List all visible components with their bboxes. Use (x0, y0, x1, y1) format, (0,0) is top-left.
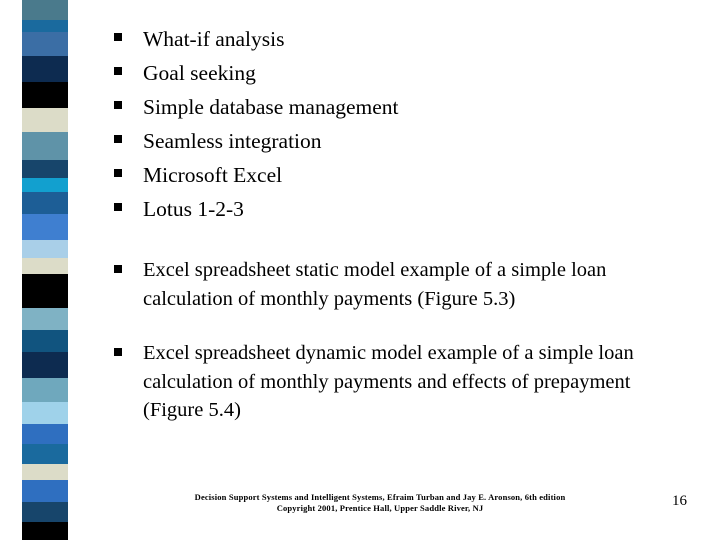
list-item-label: Excel spreadsheet dynamic model example … (143, 342, 634, 421)
stripe-band (22, 464, 68, 480)
bullet-group-primary: What-if analysis Goal seeking Simple dat… (110, 22, 700, 226)
stripe-band (22, 424, 68, 444)
stripe-band (22, 20, 68, 32)
list-item: Simple database management (110, 90, 700, 124)
stripe-band (22, 258, 68, 274)
square-bullet-icon (110, 90, 143, 124)
stripe-band (22, 308, 68, 330)
list-item-label: Excel spreadsheet static model example o… (143, 259, 607, 310)
list-item: Lotus 1-2-3 (110, 192, 700, 226)
list-item: Seamless integration (110, 124, 700, 158)
slide-footer: Decision Support Systems and Intelligent… (120, 492, 640, 514)
decorative-stripe-column (22, 0, 68, 540)
list-item-label: Microsoft Excel (143, 163, 283, 187)
list-item: Goal seeking (110, 56, 700, 90)
square-bullet-icon (110, 339, 143, 369)
stripe-band (22, 0, 68, 20)
page-number: 16 (672, 493, 687, 509)
list-item-label: What-if analysis (143, 27, 285, 51)
square-bullet-icon (110, 22, 143, 56)
stripe-band (22, 330, 68, 352)
stripe-band (22, 352, 68, 378)
bullet-content: What-if analysis Goal seeking Simple dat… (110, 22, 700, 451)
stripe-band (22, 522, 68, 540)
stripe-band (22, 192, 68, 214)
stripe-band (22, 214, 68, 240)
stripe-band (22, 32, 68, 56)
stripe-band (22, 480, 68, 502)
footer-line-2: Copyright 2001, Prentice Hall, Upper Sad… (276, 503, 484, 513)
square-bullet-icon (110, 158, 143, 192)
stripe-band (22, 444, 68, 464)
square-bullet-icon (110, 56, 143, 90)
square-bullet-icon (110, 124, 143, 158)
stripe-band (22, 240, 68, 258)
list-item-label: Seamless integration (143, 129, 322, 153)
stripe-band (22, 402, 68, 424)
stripe-band (22, 108, 68, 132)
stripe-band (22, 160, 68, 178)
bullet-group-secondary: Excel spreadsheet static model example o… (110, 256, 700, 425)
list-item-label: Simple database management (143, 95, 399, 119)
stripe-band (22, 82, 68, 108)
list-item: Excel spreadsheet static model example o… (110, 256, 700, 313)
list-item: What-if analysis (110, 22, 700, 56)
stripe-band (22, 274, 68, 308)
list-item-label: Lotus 1-2-3 (143, 197, 244, 221)
footer-line-1: Decision Support Systems and Intelligent… (194, 492, 566, 502)
square-bullet-icon (110, 256, 143, 286)
stripe-band (22, 378, 68, 402)
stripe-band (22, 178, 68, 192)
stripe-band (22, 132, 68, 160)
stripe-band (22, 502, 68, 522)
list-item-label: Goal seeking (143, 61, 256, 85)
list-item: Microsoft Excel (110, 158, 700, 192)
stripe-band (22, 56, 68, 82)
slide: What-if analysis Goal seeking Simple dat… (0, 0, 720, 540)
square-bullet-icon (110, 192, 143, 226)
list-item: Excel spreadsheet dynamic model example … (110, 339, 700, 425)
